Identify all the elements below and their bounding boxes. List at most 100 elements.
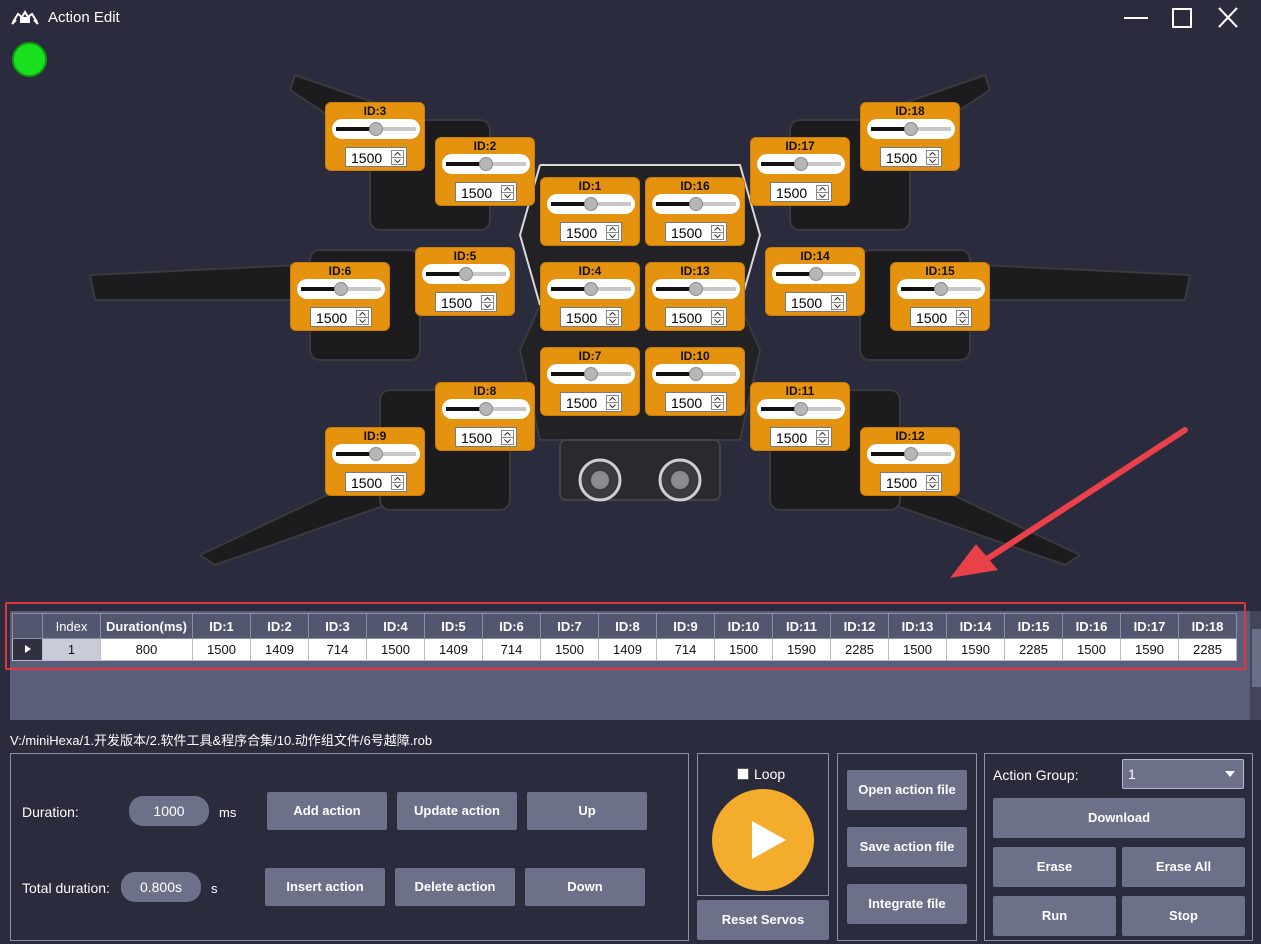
slider-thumb[interactable] bbox=[479, 157, 493, 171]
servo-value-spinbox[interactable]: 1500 bbox=[455, 427, 517, 447]
servo-value-spinbox[interactable]: 1500 bbox=[880, 147, 942, 167]
down-button[interactable]: Down bbox=[525, 868, 645, 906]
spin-arrows-icon[interactable] bbox=[816, 185, 829, 200]
maximize-icon[interactable] bbox=[1162, 4, 1202, 32]
servo-label: ID:5 bbox=[453, 249, 477, 263]
spin-arrows-icon[interactable] bbox=[606, 310, 619, 325]
servo-slider[interactable] bbox=[652, 279, 740, 299]
slider-thumb[interactable] bbox=[369, 447, 383, 461]
servo-slider[interactable] bbox=[867, 119, 955, 139]
spin-arrows-icon[interactable] bbox=[831, 295, 844, 310]
servo-value-spinbox[interactable]: 1500 bbox=[770, 182, 832, 202]
run-button[interactable]: Run bbox=[993, 896, 1116, 936]
slider-thumb[interactable] bbox=[904, 122, 918, 136]
close-icon[interactable] bbox=[1208, 4, 1248, 32]
open-action-file-button[interactable]: Open action file bbox=[847, 770, 967, 810]
spin-arrows-icon[interactable] bbox=[606, 395, 619, 410]
servo-value-spinbox[interactable]: 1500 bbox=[310, 307, 372, 327]
slider-thumb[interactable] bbox=[689, 282, 703, 296]
spin-arrows-icon[interactable] bbox=[816, 430, 829, 445]
spin-arrows-icon[interactable] bbox=[501, 185, 514, 200]
servo-control-id-16: ID:16 1500 bbox=[645, 177, 745, 246]
servo-value-spinbox[interactable]: 1500 bbox=[665, 392, 727, 412]
spin-arrows-icon[interactable] bbox=[711, 310, 724, 325]
servo-slider[interactable] bbox=[547, 194, 635, 214]
spin-arrows-icon[interactable] bbox=[356, 310, 369, 325]
duration-unit: ms bbox=[219, 805, 237, 820]
slider-thumb[interactable] bbox=[459, 267, 473, 281]
servo-value-spinbox[interactable]: 1500 bbox=[910, 307, 972, 327]
integrate-file-button[interactable]: Integrate file bbox=[847, 884, 967, 924]
slider-thumb[interactable] bbox=[584, 197, 598, 211]
action-group-select[interactable]: 1 bbox=[1122, 759, 1244, 789]
servo-slider[interactable] bbox=[442, 399, 530, 419]
servo-value-spinbox[interactable]: 1500 bbox=[345, 147, 407, 167]
add-action-button[interactable]: Add action bbox=[267, 792, 387, 830]
servo-value-spinbox[interactable]: 1500 bbox=[770, 427, 832, 447]
delete-action-button[interactable]: Delete action bbox=[395, 868, 515, 906]
servo-slider[interactable] bbox=[442, 154, 530, 174]
spin-arrows-icon[interactable] bbox=[606, 225, 619, 240]
servo-slider[interactable] bbox=[332, 119, 420, 139]
spin-arrows-icon[interactable] bbox=[481, 295, 494, 310]
servo-value-spinbox[interactable]: 1500 bbox=[345, 472, 407, 492]
minimize-icon[interactable] bbox=[1116, 4, 1156, 32]
slider-thumb[interactable] bbox=[794, 402, 808, 416]
table-scrollbar-thumb[interactable] bbox=[1252, 629, 1261, 687]
servo-label: ID:16 bbox=[680, 179, 710, 193]
slider-thumb[interactable] bbox=[809, 267, 823, 281]
servo-value-spinbox[interactable]: 1500 bbox=[560, 392, 622, 412]
servo-slider[interactable] bbox=[422, 264, 510, 284]
servo-value-spinbox[interactable]: 1500 bbox=[665, 222, 727, 242]
servo-slider[interactable] bbox=[757, 399, 845, 419]
download-button[interactable]: Download bbox=[993, 798, 1245, 838]
reset-servos-button[interactable]: Reset Servos bbox=[697, 900, 829, 940]
slider-thumb[interactable] bbox=[904, 447, 918, 461]
servo-value-spinbox[interactable]: 1500 bbox=[665, 307, 727, 327]
servo-slider[interactable] bbox=[297, 279, 385, 299]
update-action-button[interactable]: Update action bbox=[397, 792, 517, 830]
slider-thumb[interactable] bbox=[479, 402, 493, 416]
servo-value-spinbox[interactable]: 1500 bbox=[560, 222, 622, 242]
servo-slider[interactable] bbox=[547, 279, 635, 299]
loop-checkbox[interactable] bbox=[737, 768, 749, 780]
servo-slider[interactable] bbox=[757, 154, 845, 174]
servo-slider[interactable] bbox=[897, 279, 985, 299]
servo-value-spinbox[interactable]: 1500 bbox=[560, 307, 622, 327]
erase-button[interactable]: Erase bbox=[993, 847, 1116, 887]
spin-arrows-icon[interactable] bbox=[926, 475, 939, 490]
slider-thumb[interactable] bbox=[584, 282, 598, 296]
spin-arrows-icon[interactable] bbox=[501, 430, 514, 445]
stop-button[interactable]: Stop bbox=[1122, 896, 1245, 936]
spin-arrows-icon[interactable] bbox=[391, 150, 404, 165]
servo-slider[interactable] bbox=[772, 264, 860, 284]
duration-input[interactable]: 1000 bbox=[129, 796, 209, 826]
slider-thumb[interactable] bbox=[369, 122, 383, 136]
spin-arrows-icon[interactable] bbox=[711, 395, 724, 410]
slider-thumb[interactable] bbox=[584, 367, 598, 381]
servo-slider[interactable] bbox=[652, 364, 740, 384]
save-action-file-button[interactable]: Save action file bbox=[847, 827, 967, 867]
servo-slider[interactable] bbox=[547, 364, 635, 384]
servo-value-spinbox[interactable]: 1500 bbox=[435, 292, 497, 312]
slider-thumb[interactable] bbox=[689, 197, 703, 211]
servo-value: 1500 bbox=[566, 310, 598, 326]
play-button[interactable] bbox=[712, 789, 814, 891]
up-button[interactable]: Up bbox=[527, 792, 647, 830]
erase-all-button[interactable]: Erase All bbox=[1122, 847, 1245, 887]
servo-value-spinbox[interactable]: 1500 bbox=[880, 472, 942, 492]
spin-arrows-icon[interactable] bbox=[956, 310, 969, 325]
spin-arrows-icon[interactable] bbox=[391, 475, 404, 490]
spin-arrows-icon[interactable] bbox=[926, 150, 939, 165]
servo-value-spinbox[interactable]: 1500 bbox=[785, 292, 847, 312]
spin-arrows-icon[interactable] bbox=[711, 225, 724, 240]
servo-slider[interactable] bbox=[652, 194, 740, 214]
slider-thumb[interactable] bbox=[934, 282, 948, 296]
insert-action-button[interactable]: Insert action bbox=[265, 868, 385, 906]
servo-slider[interactable] bbox=[332, 444, 420, 464]
slider-thumb[interactable] bbox=[794, 157, 808, 171]
slider-thumb[interactable] bbox=[334, 282, 348, 296]
slider-thumb[interactable] bbox=[689, 367, 703, 381]
table-scrollbar[interactable] bbox=[1250, 611, 1261, 720]
servo-value-spinbox[interactable]: 1500 bbox=[455, 182, 517, 202]
